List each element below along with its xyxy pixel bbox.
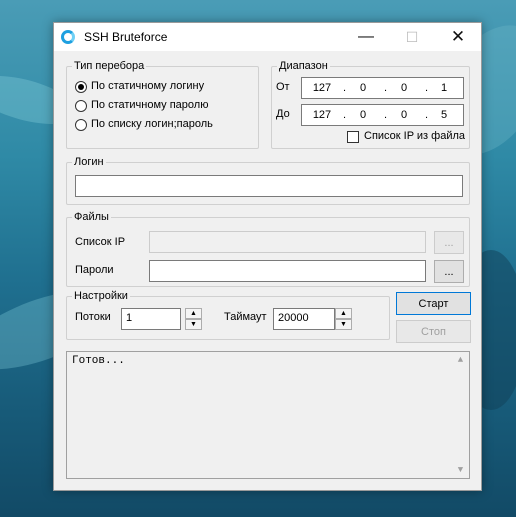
log-scrollbar[interactable]: ▲ ▼ <box>452 352 469 478</box>
timeout-input[interactable]: 20000 <box>273 308 335 330</box>
stop-button[interactable]: Стоп <box>396 320 471 343</box>
passwords-label: Пароли <box>75 264 114 276</box>
threads-input[interactable]: 1 <box>121 308 181 330</box>
files-group-legend: Файлы <box>72 211 111 223</box>
mode-label-list[interactable]: По списку логин;пароль <box>91 118 213 130</box>
login-group-legend: Логин <box>72 156 106 168</box>
threads-spin-down[interactable]: ▼ <box>185 319 202 330</box>
minimize-button[interactable]: — <box>343 23 389 51</box>
ip-list-input[interactable] <box>149 231 426 253</box>
timeout-spin-down[interactable]: ▼ <box>335 319 352 330</box>
ip-list-label: Список IP <box>75 236 126 248</box>
range-to-label: До <box>276 108 290 120</box>
log-text: Готов... <box>72 355 125 367</box>
ip-octet[interactable]: 0 <box>348 109 378 121</box>
mode-group-legend: Тип перебора <box>72 60 147 72</box>
ip-octet[interactable]: 5 <box>429 109 459 121</box>
range-group: Диапазон От 127 . 0 . 0 . 1 До 127 . 0 .… <box>271 60 470 149</box>
ip-separator: . <box>343 82 347 94</box>
title-bar[interactable]: SSH Bruteforce — ☐ ✕ <box>54 23 481 51</box>
ip-list-browse-button[interactable]: ... <box>434 231 464 254</box>
ip-octet[interactable]: 0 <box>389 109 419 121</box>
threads-spin-up[interactable]: ▲ <box>185 308 202 319</box>
ip-octet[interactable]: 127 <box>307 82 337 94</box>
app-window: SSH Bruteforce — ☐ ✕ Тип перебора По ста… <box>53 22 482 491</box>
range-from-ip[interactable]: 127 . 0 . 0 . 1 <box>301 77 464 99</box>
login-input[interactable] <box>75 175 463 197</box>
ip-separator: . <box>425 82 429 94</box>
timeout-label: Таймаут <box>224 311 267 323</box>
close-button[interactable]: ✕ <box>435 23 481 51</box>
timeout-spin-up[interactable]: ▲ <box>335 308 352 319</box>
files-group: Файлы Список IP ... Пароли ... <box>66 211 470 287</box>
range-from-label: От <box>276 81 290 93</box>
ip-from-file-checkbox[interactable] <box>347 131 359 143</box>
app-icon <box>61 30 75 44</box>
mode-radio-list[interactable] <box>75 119 87 131</box>
mode-label-static-password[interactable]: По статичному паролю <box>91 99 208 111</box>
ip-separator: . <box>384 109 388 121</box>
window-title: SSH Bruteforce <box>84 30 168 44</box>
mode-group: Тип перебора По статичному логину По ста… <box>66 60 259 149</box>
mode-label-static-login[interactable]: По статичному логину <box>91 80 204 92</box>
settings-group-legend: Настройки <box>72 290 130 302</box>
scroll-up-arrow-icon[interactable]: ▲ <box>452 355 469 365</box>
ip-separator: . <box>384 82 388 94</box>
scroll-down-arrow-icon[interactable]: ▼ <box>452 465 469 475</box>
login-group: Логин <box>66 156 470 205</box>
ip-octet[interactable]: 0 <box>389 82 419 94</box>
range-to-ip[interactable]: 127 . 0 . 0 . 5 <box>301 104 464 126</box>
ip-separator: . <box>425 109 429 121</box>
mode-radio-static-password[interactable] <box>75 100 87 112</box>
log-output[interactable]: Готов... ▲ ▼ <box>66 351 470 479</box>
ip-separator: . <box>343 109 347 121</box>
ip-from-file-label[interactable]: Список IP из файла <box>364 130 465 142</box>
passwords-browse-button[interactable]: ... <box>434 260 464 283</box>
passwords-input[interactable] <box>149 260 426 282</box>
mode-radio-static-login[interactable] <box>75 81 87 93</box>
settings-group: Настройки Потоки 1 ▲ ▼ Таймаут 20000 ▲ ▼ <box>66 290 390 340</box>
ip-octet[interactable]: 1 <box>429 82 459 94</box>
ip-octet[interactable]: 127 <box>307 109 337 121</box>
start-button[interactable]: Старт <box>396 292 471 315</box>
range-group-legend: Диапазон <box>277 60 330 72</box>
maximize-button[interactable]: ☐ <box>389 23 435 51</box>
threads-label: Потоки <box>75 311 111 323</box>
ip-octet[interactable]: 0 <box>348 82 378 94</box>
